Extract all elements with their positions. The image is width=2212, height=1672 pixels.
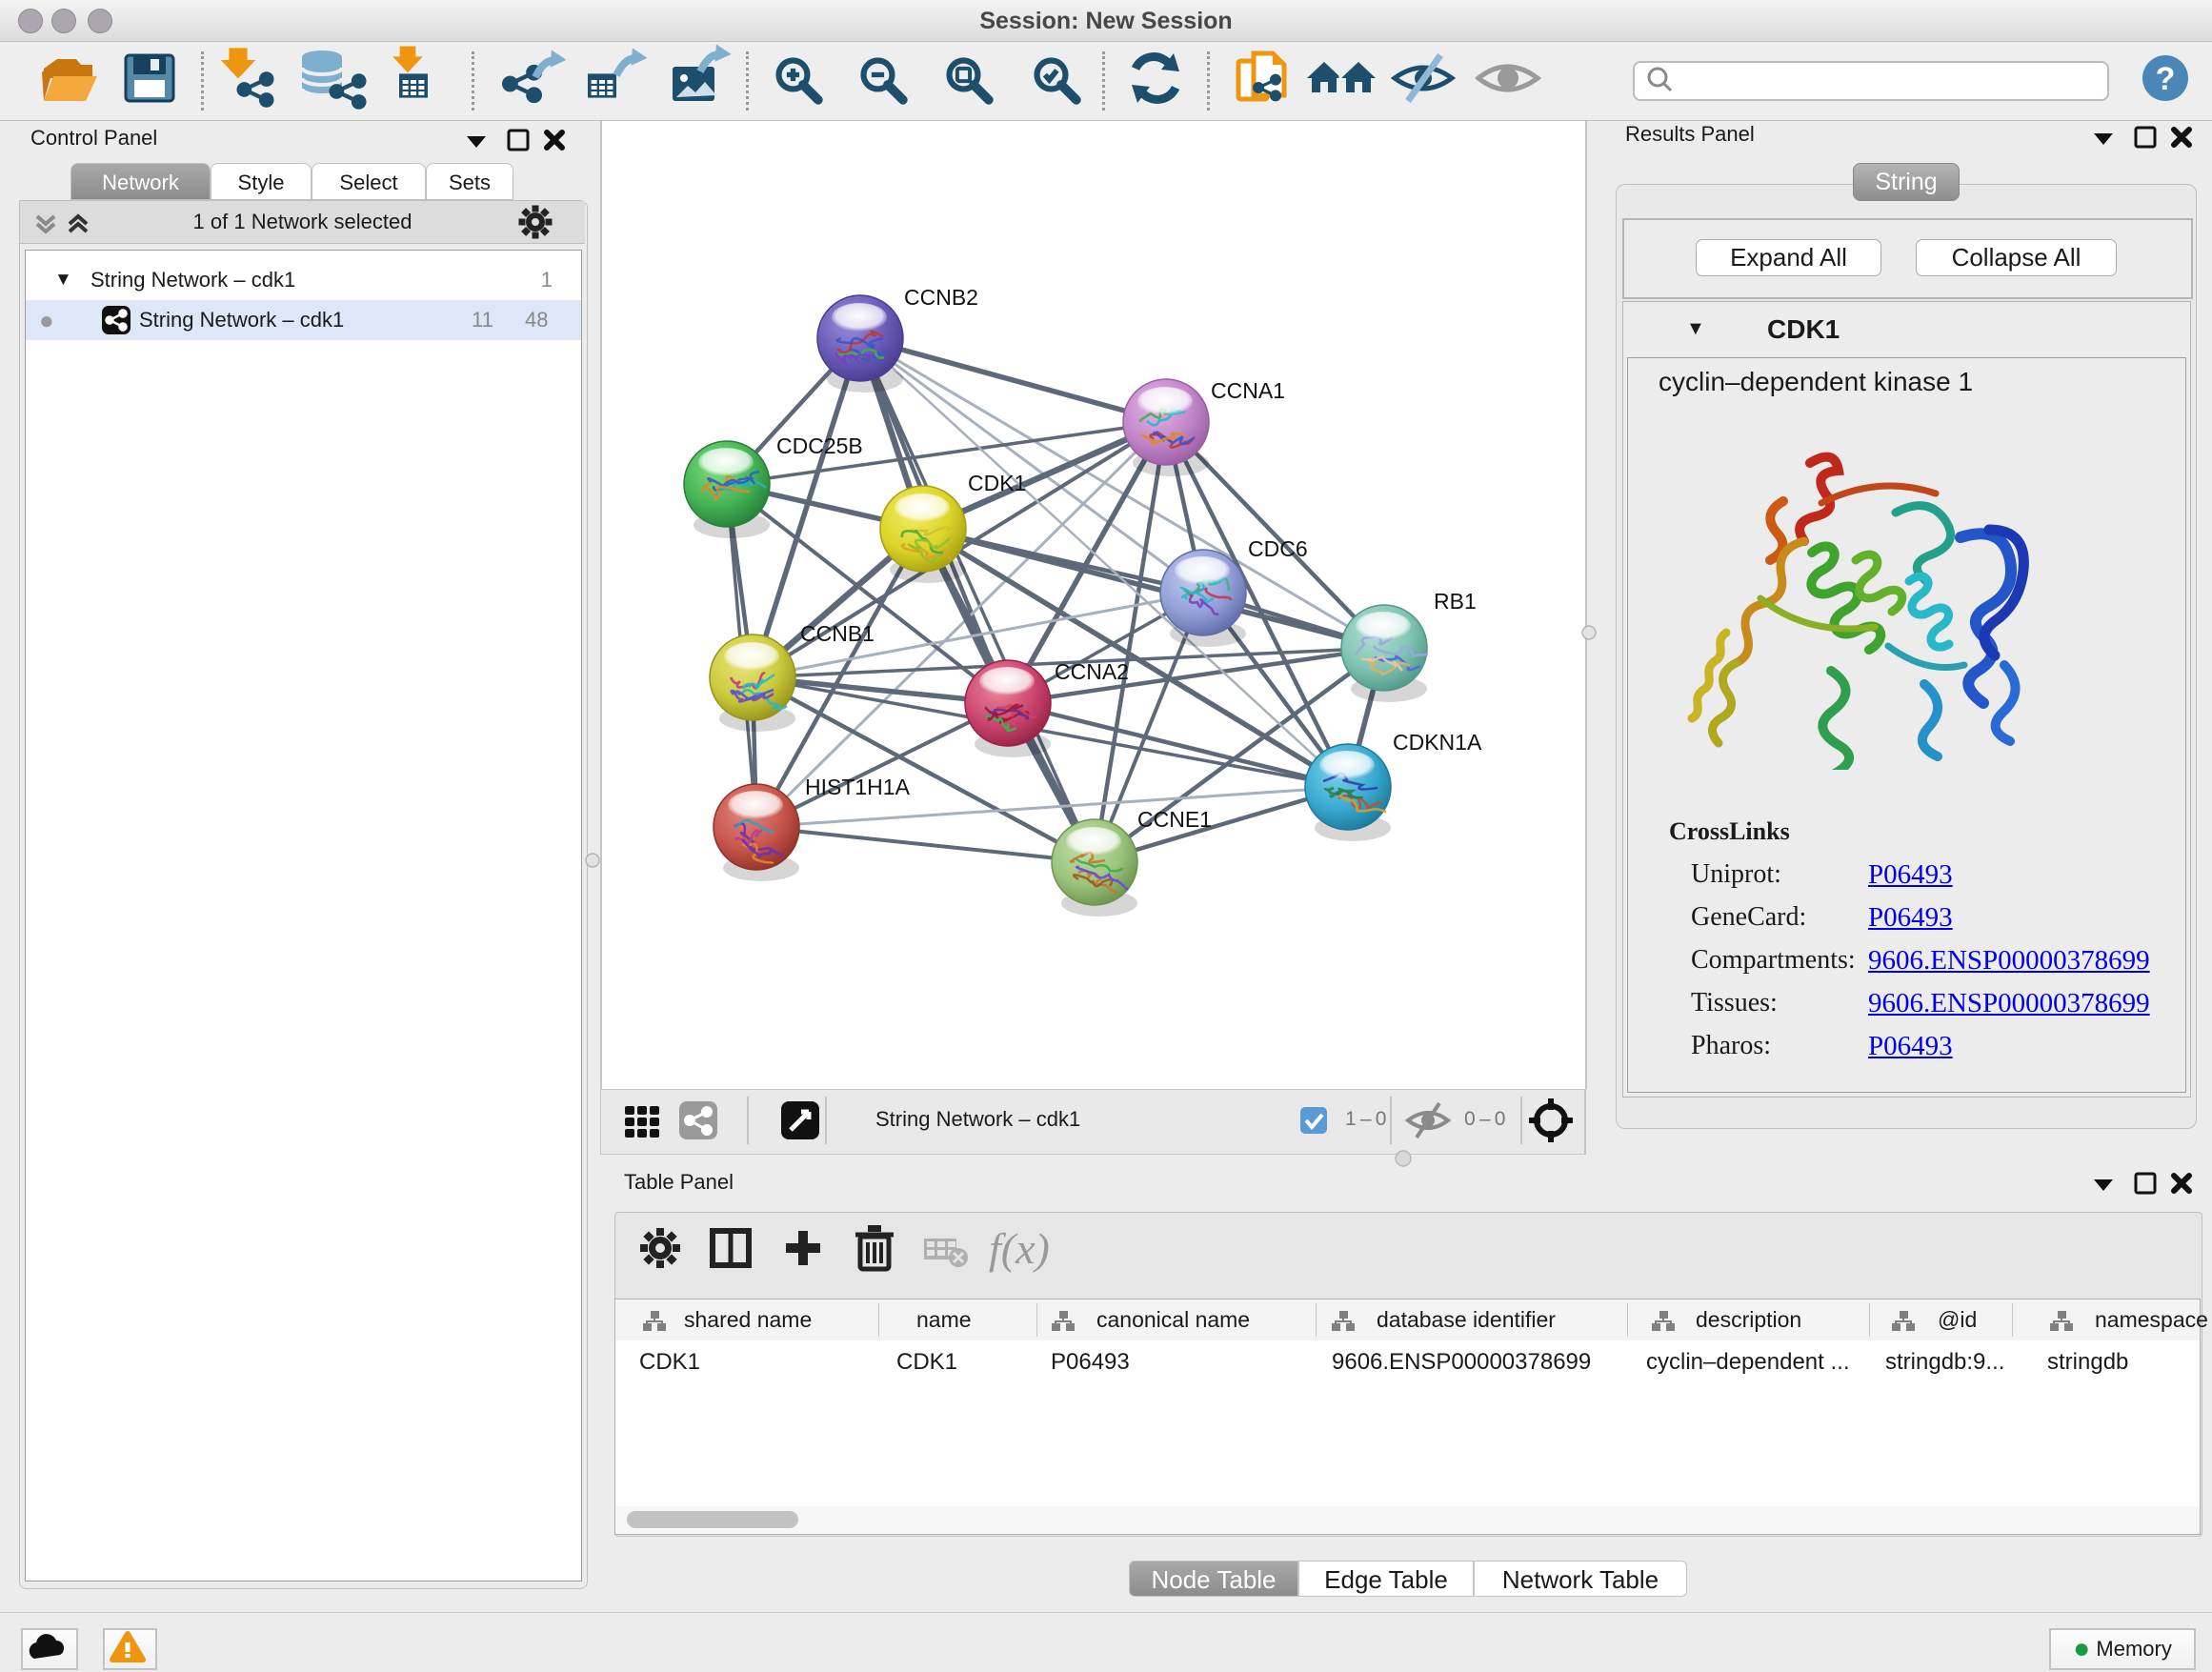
svg-text:RB1: RB1: [1434, 589, 1477, 614]
svg-text:HIST1H1A: HIST1H1A: [805, 775, 911, 799]
svg-text:CCNB2: CCNB2: [904, 285, 978, 310]
svg-text:CCNA2: CCNA2: [1055, 659, 1129, 684]
svg-text:f(x): f(x): [989, 1224, 1050, 1273]
svg-text:CDK1: CDK1: [968, 471, 1026, 495]
svg-text:CCNE1: CCNE1: [1137, 807, 1212, 832]
svg-text:CCNA1: CCNA1: [1211, 378, 1285, 403]
svg-text:CDC25B: CDC25B: [776, 433, 863, 458]
svg-text:?: ?: [2156, 61, 2176, 97]
svg-text:CDC6: CDC6: [1248, 536, 1308, 561]
svg-text:CDKN1A: CDKN1A: [1393, 730, 1482, 755]
svg-text:CCNB1: CCNB1: [800, 621, 875, 646]
